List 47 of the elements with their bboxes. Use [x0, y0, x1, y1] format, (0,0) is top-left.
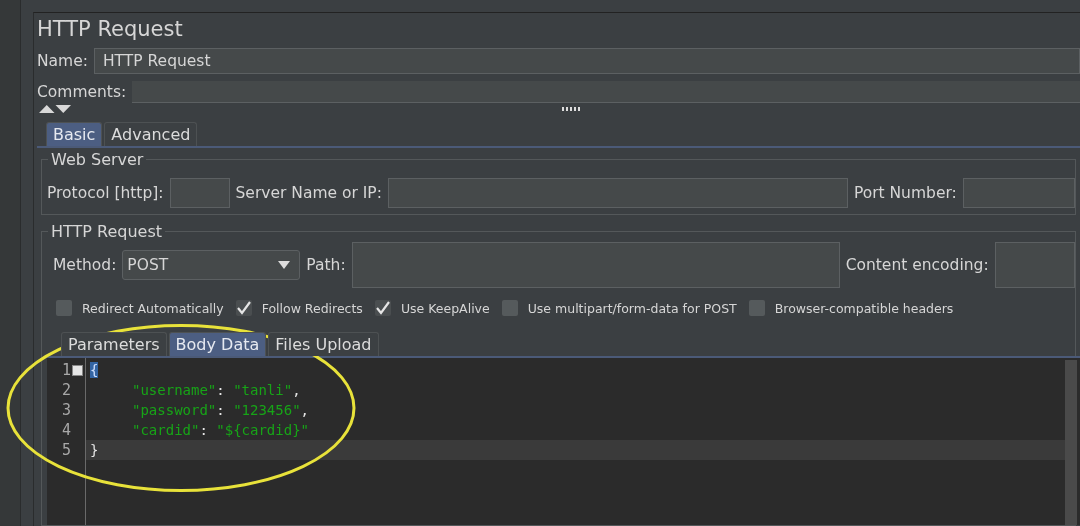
- path-field[interactable]: [351, 242, 840, 288]
- code-line: "cardid": "${cardid}": [131, 421, 310, 440]
- protocol-field[interactable]: [169, 178, 230, 208]
- checkbox[interactable]: [501, 300, 518, 316]
- checkbox-label: Use KeepAlive: [400, 300, 490, 316]
- port-field[interactable]: [962, 178, 1075, 208]
- line-number: 3: [61, 401, 71, 419]
- checkbox[interactable]: [374, 300, 391, 316]
- tab[interactable]: Advanced: [104, 122, 198, 146]
- tab[interactable]: Parameters: [61, 332, 167, 356]
- checkbox-label: Browser-compatible headers: [774, 300, 954, 316]
- code-line: "username": "tanli",: [131, 381, 302, 400]
- code-line: "password": "123456",: [131, 401, 311, 420]
- caret-icon: [278, 261, 291, 269]
- path-label: Path:: [306, 256, 346, 274]
- comments-field[interactable]: [132, 81, 1080, 103]
- line-number: 2: [61, 381, 71, 399]
- protocol-label: Protocol [http]:: [47, 184, 164, 202]
- comments-label: Comments:: [37, 83, 127, 101]
- method-dropdown[interactable]: POST: [122, 250, 301, 280]
- name-field[interactable]: HTTP Request: [93, 48, 1080, 74]
- collapse-icon[interactable]: [72, 364, 83, 376]
- panel-title: HTTP Request: [37, 16, 184, 43]
- encoding-field[interactable]: [994, 242, 1075, 288]
- line-number: 4: [61, 421, 71, 439]
- checkbox-label: Redirect Automatically: [82, 300, 224, 316]
- checkbox[interactable]: [56, 300, 72, 316]
- splitter-grip-icon[interactable]: [562, 107, 580, 111]
- code-editor[interactable]: 1 2 3 4 5 { "username": "tanli", "password": "123456", "cardid": "${cardid}" }: [47, 356, 1080, 525]
- port-label: Port Number:: [853, 184, 957, 202]
- checkbox-label: Follow Redirects: [261, 300, 363, 316]
- tab[interactable]: Files Upload: [268, 332, 379, 356]
- method-label: Method:: [53, 256, 117, 274]
- group-legend: HTTP Request: [48, 222, 166, 241]
- tab[interactable]: Body Data: [168, 332, 267, 356]
- line-number: 1: [61, 361, 71, 379]
- name-label: Name:: [37, 52, 88, 70]
- checkbox[interactable]: [748, 300, 765, 316]
- server-field[interactable]: [387, 178, 848, 208]
- line-number: 5: [61, 441, 71, 459]
- checkbox[interactable]: [235, 300, 252, 316]
- encoding-label: Content encoding:: [845, 256, 989, 274]
- checkbox-label: Use multipart/form-data for POST: [527, 300, 737, 316]
- tab[interactable]: Basic: [46, 122, 103, 146]
- collapse-arrows-icon[interactable]: [39, 104, 72, 114]
- scrollbar[interactable]: [1065, 360, 1077, 525]
- server-label: Server Name or IP:: [235, 184, 382, 202]
